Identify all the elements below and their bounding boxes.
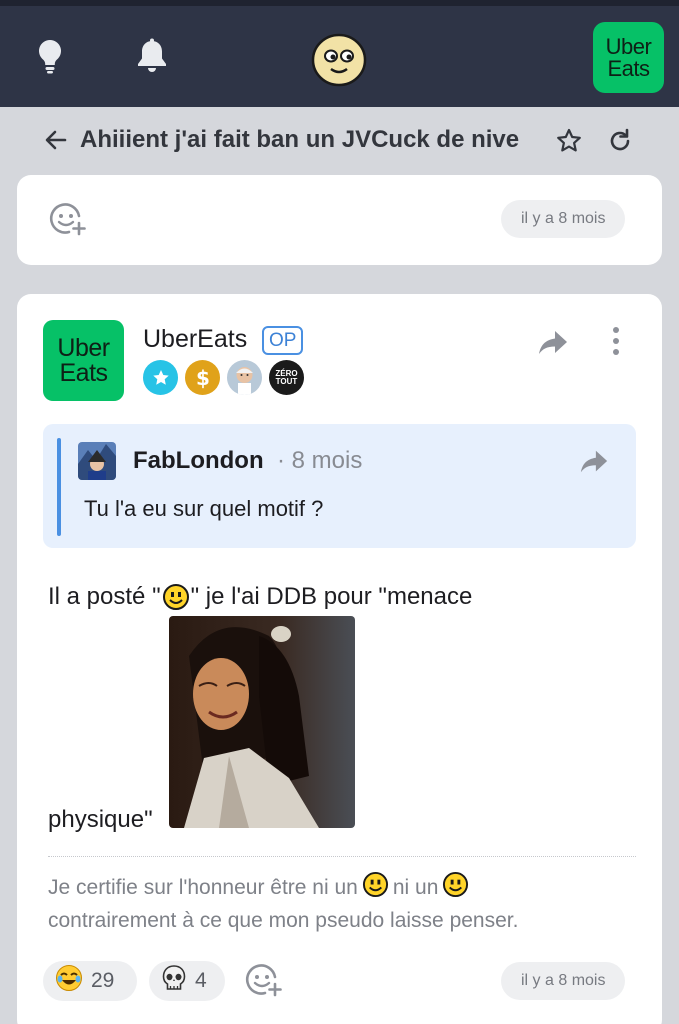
body-text-before: Il a posté " <box>48 583 161 610</box>
refresh-icon[interactable] <box>606 127 634 155</box>
zero-tout-badge-icon: ZÉRO TOUT <box>269 360 304 395</box>
reaction-skull[interactable]: 4 <box>149 961 225 1001</box>
post-body-line2: physique" <box>48 806 153 833</box>
quote-text: Tu l'a eu sur quel motif ? <box>84 496 324 521</box>
star-icon[interactable] <box>555 127 583 155</box>
back-arrow-icon[interactable] <box>44 128 68 152</box>
smiley-sticker-icon <box>362 871 389 898</box>
previous-post-card: il y a 8 mois <box>17 175 662 265</box>
reaction-laughing[interactable]: 29 <box>43 961 137 1001</box>
author-name[interactable]: UberEats <box>143 324 247 354</box>
brand-logo-line1: Uber <box>605 33 652 59</box>
body-text-after: " je l'ai DDB pour "menace <box>190 583 473 610</box>
signature-part2: ni un <box>392 876 439 899</box>
laughing-emoji-icon <box>55 964 83 998</box>
quoted-message: FabLondon · 8 mois Tu l'a eu sur quel mo… <box>43 424 636 548</box>
topic-title: Ahiiient j'ai fait ban un JVCuck de nive <box>80 126 520 153</box>
gif-image[interactable] <box>169 616 355 828</box>
post-timestamp: il y a 8 mois <box>501 200 626 238</box>
star-badge-icon <box>143 360 178 395</box>
skull-emoji-icon <box>161 964 187 998</box>
quote-share-icon[interactable] <box>579 446 609 476</box>
add-reaction-icon[interactable] <box>245 962 283 1000</box>
signature-part1: Je certifie sur l'honneur être ni un <box>48 876 358 899</box>
post-card: Uber Eats UberEats OP $ ZÉRO TOUT FabLon… <box>17 294 662 1024</box>
author-avatar[interactable]: Uber Eats <box>43 320 124 401</box>
add-reaction-icon[interactable] <box>49 201 87 239</box>
harold-badge-icon <box>227 360 262 395</box>
author-avatar-line2: Eats <box>59 358 108 387</box>
signature: Je certifie sur l'honneur être ni un ni u… <box>48 871 628 937</box>
post-body-line1: Il a posté " " je l'ai DDB pour "menace <box>48 581 472 613</box>
zero-badge-line2: TOUT <box>275 376 298 386</box>
brand-logo-line2: Eats <box>607 55 650 81</box>
quote-bar <box>57 438 61 536</box>
user-avatar[interactable] <box>311 31 367 87</box>
signature-part3: contrairement à ce que mon pseudo laisse… <box>48 909 519 932</box>
op-badge: OP <box>262 326 304 355</box>
lightbulb-icon[interactable] <box>32 36 68 76</box>
quote-author-name[interactable]: FabLondon <box>133 446 264 476</box>
dollar-badge-icon: $ <box>185 360 220 395</box>
brand-logo[interactable]: Uber Eats <box>593 22 664 93</box>
smiley-sticker-icon <box>162 583 190 611</box>
smiley-sticker-icon <box>442 871 469 898</box>
author-avatar-line1: Uber <box>57 334 110 362</box>
reaction-count: 4 <box>195 969 207 992</box>
signature-divider <box>48 856 636 857</box>
reaction-count: 29 <box>91 969 115 992</box>
bell-icon[interactable] <box>134 36 170 76</box>
quote-timestamp: · 8 mois <box>277 447 363 474</box>
share-icon[interactable] <box>537 326 569 358</box>
more-options-icon[interactable] <box>605 324 627 358</box>
svg-text:$: $ <box>196 366 210 390</box>
quote-author-avatar[interactable] <box>78 442 116 480</box>
top-navbar: Uber Eats <box>0 6 679 107</box>
post-timestamp: il y a 8 mois <box>501 962 626 1000</box>
